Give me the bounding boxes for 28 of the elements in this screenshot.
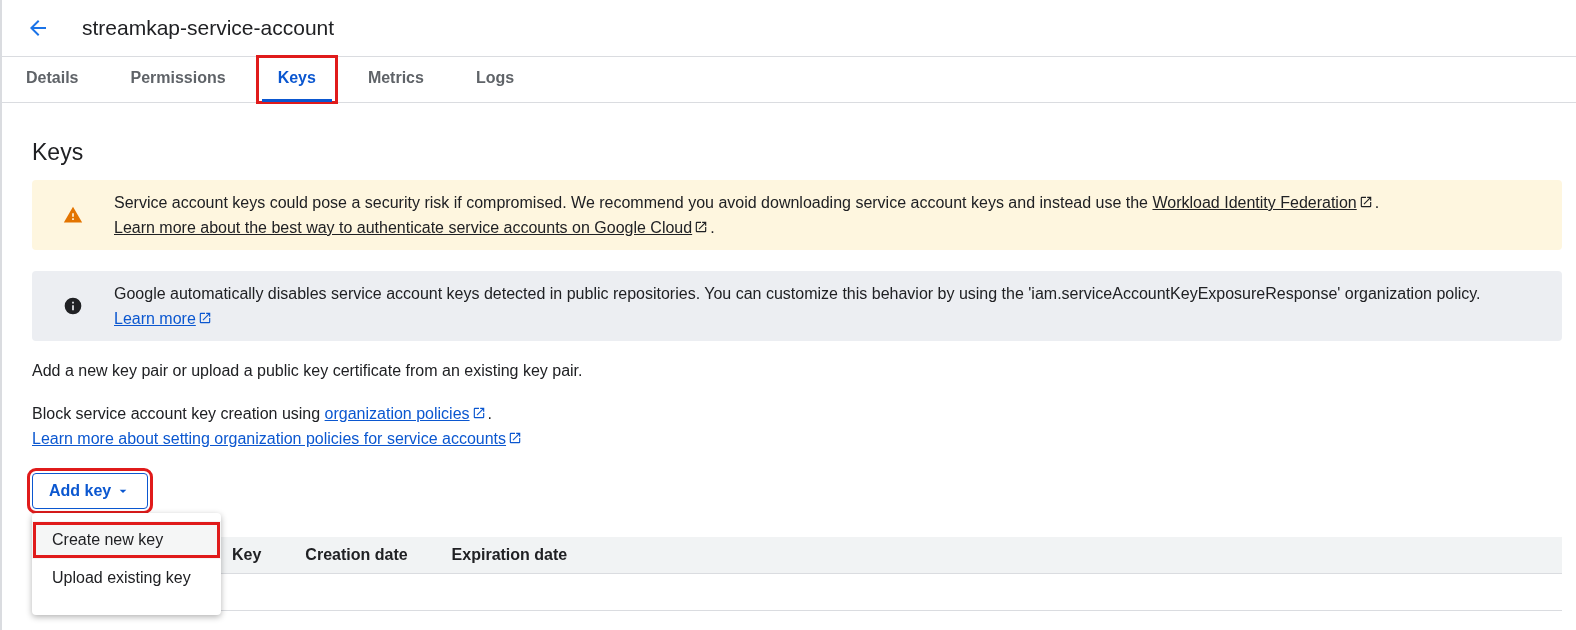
link[interactable]: organization policies [324,405,470,422]
banner-text: Service account keys could pose a security risk if compromised. We recommend you avoid downloading service account keys and instead use the Workload Identity Federation . Learn more about the best way to authenticate service accounts on Google Cloud . [114,193,1381,238]
link[interactable]: Workload Identity Federation [1152,194,1357,211]
policy-text: Block service account key creation using organization policies . [32,404,494,424]
link[interactable]: Learn more [114,310,196,327]
external-link-icon [694,220,709,234]
info-icon [63,296,83,316]
tab[interactable]: Logs [455,57,535,102]
tab[interactable]: Keys [257,57,336,102]
menu-item[interactable]: Create new key [32,521,221,559]
column-header: Creation date [305,546,408,564]
tab[interactable]: Details [6,57,99,102]
external-link-icon [1358,195,1373,209]
tab[interactable]: Permissions [110,57,246,102]
external-link-icon [508,431,523,445]
tab[interactable]: Metrics [347,57,444,102]
link[interactable]: Learn more about setting organization policies for service accounts [32,430,507,447]
warning-icon [63,205,83,225]
description-text: Add a new key pair or upload a public key certificate from an existing key pair. [32,362,584,380]
menu-item[interactable]: Upload existing key [32,559,221,597]
page-title: streamkap-service-account [82,16,335,40]
external-link-icon [197,311,212,325]
section-heading: Keys [32,139,85,166]
column-header: Expiration date [451,546,568,564]
column-header: Key [232,546,262,564]
link[interactable]: Learn more about the best way to authenticate service accounts on Google Cloud [114,219,693,236]
banner-text: Google automatically disables service account keys detected in public repositories. You can customize this behavior by using the 'iam.serviceAccountKeyExposureResponse' organization policy. Learn more [114,284,1482,329]
external-link-icon [471,406,486,420]
